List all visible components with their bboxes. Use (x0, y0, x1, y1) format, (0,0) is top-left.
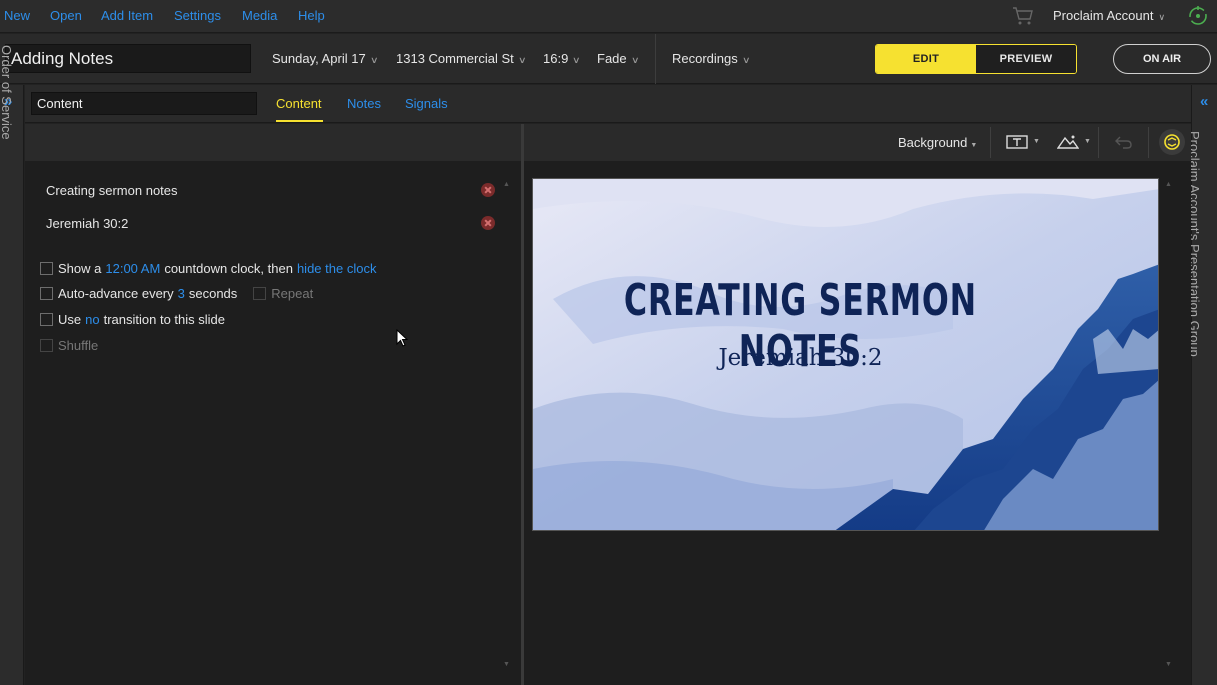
chevron-down-icon: ∨ (630, 55, 640, 65)
divider (655, 34, 656, 84)
location-dropdown[interactable]: 1313 Commercial St ∨ (396, 51, 527, 66)
tab-notes[interactable]: Notes (347, 96, 381, 111)
presentation-title-input[interactable] (5, 44, 251, 73)
transition-checkbox[interactable] (40, 313, 53, 326)
chevron-down-icon: ∨ (369, 55, 379, 65)
autoadvance-suffix: seconds (188, 286, 238, 301)
preview-toolbar: Background ▼ ▼ ▼ (524, 124, 1191, 161)
caret-down-icon: ▼ (1033, 138, 1040, 145)
aspect-ratio-label: 16:9 (543, 51, 569, 66)
shuffle-checkbox[interactable] (40, 339, 53, 352)
repeat-checkbox[interactable] (253, 287, 267, 300)
menu-bar: New Open Add Item Settings Media Help Pr… (0, 0, 1217, 33)
countdown-middle: countdown clock, then (164, 261, 293, 276)
menu-settings[interactable]: Settings (174, 8, 221, 23)
autoadvance-seconds-link[interactable]: 3 (178, 286, 185, 301)
slide-field-subtitle[interactable]: Jeremiah 30:2 (46, 216, 128, 231)
menu-open[interactable]: Open (50, 8, 82, 23)
date-label: Sunday, April 17 (272, 51, 366, 66)
location-label: 1313 Commercial St (396, 51, 514, 66)
autoadvance-checkbox[interactable] (40, 287, 53, 300)
editor-topbar (25, 124, 521, 161)
edit-mode-button[interactable]: EDIT (876, 45, 976, 73)
slide-subtitle-text: Jeremiah 30:2 (718, 345, 883, 371)
item-header: Content Notes Signals (25, 85, 1191, 123)
recordings-label: Recordings (672, 51, 738, 66)
live-preview-toggle[interactable] (1159, 129, 1185, 155)
menu-add-item[interactable]: Add Item (101, 8, 153, 23)
scroll-down-icon[interactable]: ▼ (1165, 661, 1172, 668)
transition-value-link[interactable]: no (85, 312, 99, 327)
shuffle-option: Shuffle (40, 338, 98, 353)
sync-status-icon[interactable] (1187, 5, 1209, 27)
mouse-cursor-icon (396, 329, 408, 347)
mode-switch: EDIT PREVIEW (875, 44, 1077, 74)
menu-media[interactable]: Media (242, 8, 277, 23)
preview-mode-button[interactable]: PREVIEW (976, 45, 1076, 73)
transition-suffix: transition to this slide (103, 312, 225, 327)
remove-field-icon[interactable] (481, 183, 495, 197)
date-dropdown[interactable]: Sunday, April 17 ∨ (272, 51, 379, 66)
chevron-down-icon: ∨ (1158, 12, 1166, 22)
countdown-checkbox[interactable] (40, 262, 53, 275)
image-icon[interactable] (1057, 133, 1079, 151)
background-dropdown[interactable]: Background ▼ (898, 135, 977, 150)
menu-help[interactable]: Help (298, 8, 325, 23)
order-of-service-label[interactable]: Order of Service (0, 45, 14, 140)
scroll-down-icon[interactable]: ▼ (503, 661, 510, 668)
repeat-label: Repeat (271, 286, 314, 301)
countdown-time-link[interactable]: 12:00 AM (105, 261, 160, 276)
caret-down-icon: ▼ (1084, 138, 1091, 145)
chevron-down-icon: ∨ (572, 55, 581, 65)
countdown-option: Show a 12:00 AM countdown clock, then hi… (40, 261, 380, 276)
chevron-down-icon: ∨ (517, 55, 527, 65)
on-air-button[interactable]: ON AIR (1113, 44, 1211, 74)
slide-field-title[interactable]: Creating sermon notes (46, 183, 178, 198)
countdown-prefix: Show a (58, 261, 102, 276)
slide-preview-panel: Background ▼ ▼ ▼ ▲ ▼ CREATING SERMON NOT… (524, 124, 1191, 685)
slide-preview[interactable]: CREATING SERMON NOTES Jeremiah 30:2 (532, 178, 1159, 531)
tab-content[interactable]: Content (276, 96, 322, 111)
scroll-up-icon[interactable]: ▲ (1165, 181, 1172, 188)
recordings-dropdown[interactable]: Recordings ∨ (672, 51, 751, 66)
undo-icon[interactable] (1115, 135, 1133, 149)
cart-icon[interactable] (1012, 6, 1034, 26)
active-tab-indicator (276, 120, 323, 122)
scroll-up-icon[interactable]: ▲ (503, 181, 510, 188)
aspect-ratio-dropdown[interactable]: 16:9 ∨ (543, 51, 581, 66)
content-editor-panel: Creating sermon notes Jeremiah 30:2 ▲ ▼ … (25, 124, 521, 685)
transition-label: Fade (597, 51, 627, 66)
caret-down-icon: ▼ (970, 142, 978, 149)
item-name-input[interactable] (31, 92, 257, 115)
account-menu[interactable]: Proclaim Account ∨ (1053, 8, 1165, 23)
account-label: Proclaim Account (1053, 8, 1154, 23)
tab-signals[interactable]: Signals (405, 96, 448, 111)
text-box-icon[interactable] (1006, 133, 1028, 151)
divider (990, 127, 991, 158)
order-of-service-rail: » (0, 85, 24, 685)
divider (1098, 127, 1099, 158)
menu-new[interactable]: New (4, 8, 30, 23)
presentation-toolbar: Sunday, April 17∨ 1313 Commercial St∨ 16… (0, 34, 1217, 84)
background-label: Background (898, 135, 968, 150)
shuffle-label: Shuffle (58, 338, 99, 353)
chevron-down-icon: ∨ (741, 55, 751, 65)
remove-field-icon[interactable] (481, 216, 495, 230)
transition-prefix: Use (58, 312, 82, 327)
transition-option: Use no transition to this slide (40, 312, 225, 327)
divider (1148, 127, 1149, 158)
autoadvance-option: Auto-advance every 3 seconds Repeat (40, 286, 313, 301)
expand-right-icon[interactable]: « (1200, 93, 1208, 110)
live-sync-icon (1164, 134, 1180, 150)
transition-dropdown[interactable]: Fade ∨ (597, 51, 640, 66)
autoadvance-prefix: Auto-advance every (58, 286, 174, 301)
countdown-action-link[interactable]: hide the clock (297, 261, 377, 276)
